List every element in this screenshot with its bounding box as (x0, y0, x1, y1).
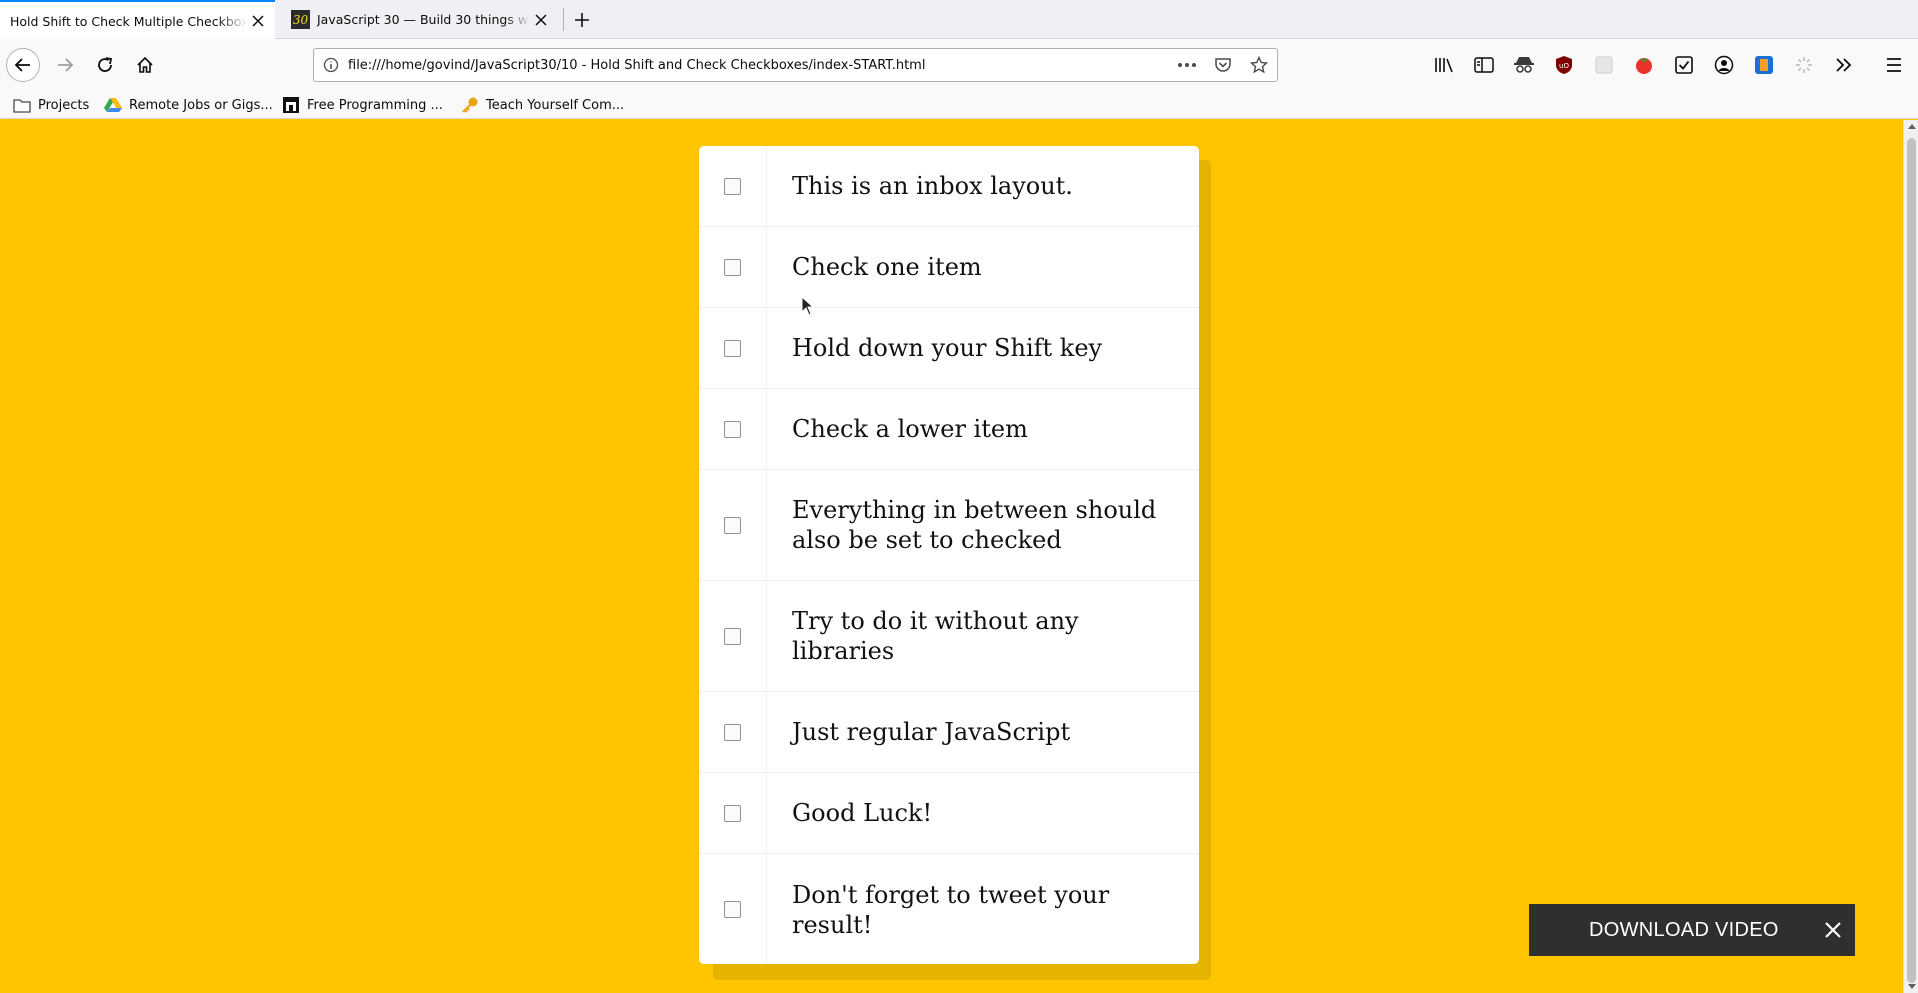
close-tab-icon[interactable] (247, 10, 269, 32)
tab-hold-shift[interactable]: Hold Shift to Check Multiple Checkboxes! (0, 0, 275, 40)
extension-icon[interactable] (1589, 50, 1619, 80)
forward-button[interactable] (48, 48, 82, 82)
checkbox-cell (699, 581, 767, 691)
bookmark-teach-yourself[interactable]: Teach Yourself Com... (460, 94, 624, 116)
tab-title: Hold Shift to Check Multiple Checkboxes! (10, 13, 247, 29)
tab-strip: Hold Shift to Check Multiple Checkboxes!… (0, 0, 1918, 40)
item-checkbox[interactable] (724, 420, 741, 438)
inbox-item: Try to do it without any libraries (699, 581, 1199, 692)
bookmarks-bar: Projects Remote Jobs or Gigs... Free Pro… (0, 91, 1918, 119)
checkbox-cell (699, 692, 767, 772)
home-icon (137, 56, 153, 73)
nav-bar: file:///home/govind/JavaScript30/10 - Ho… (0, 39, 1918, 91)
item-text: Good Luck! (792, 799, 933, 827)
inbox-item: Hold down your Shift key (699, 308, 1199, 389)
item-text: Check a lower item (792, 415, 1028, 443)
tab-javascript30[interactable]: 30 JavaScript 30 — Build 30 things with … (283, 0, 558, 39)
download-video-label[interactable]: DOWNLOAD VIDEO (1589, 919, 1819, 942)
sidebar-icon[interactable] (1469, 50, 1499, 80)
mouse-cursor-icon (801, 296, 815, 316)
ublock-icon[interactable]: uO (1549, 50, 1579, 80)
item-checkbox[interactable] (724, 339, 741, 357)
close-tab-icon[interactable] (530, 9, 552, 31)
overflow-chevron-icon[interactable] (1829, 50, 1859, 80)
item-text: Hold down your Shift key (792, 334, 1103, 362)
item-checkbox[interactable] (724, 258, 741, 276)
new-tab-button[interactable] (569, 7, 595, 33)
reload-button[interactable] (88, 48, 122, 82)
item-text: Everything in between should also be set… (792, 496, 1157, 554)
url-bar[interactable]: file:///home/govind/JavaScript30/10 - Ho… (313, 48, 1278, 82)
inbox-item: Everything in between should also be set… (699, 470, 1199, 581)
item-checkbox[interactable] (724, 901, 741, 918)
item-checkbox[interactable] (724, 516, 741, 534)
checkbox-cell (699, 227, 767, 307)
item-checkbox[interactable] (724, 723, 741, 741)
checkbox-cell (699, 470, 767, 580)
folder-icon (12, 95, 32, 115)
loading-icon[interactable] (1789, 50, 1819, 80)
bookmark-label: Teach Yourself Com... (486, 97, 625, 113)
page-actions-icon[interactable] (1169, 49, 1205, 81)
item-checkbox[interactable] (724, 627, 741, 645)
back-arrow-icon (14, 58, 30, 72)
account-icon[interactable] (1709, 50, 1739, 80)
scroll-down-icon[interactable] (1907, 982, 1916, 991)
forward-arrow-icon (58, 58, 74, 72)
tomato-timer-icon[interactable] (1629, 50, 1659, 80)
bookmark-star-icon[interactable] (1241, 49, 1277, 81)
inbox-item: Check one item (699, 227, 1199, 308)
item-text: Don't forget to tweet your result! (792, 880, 1110, 939)
page-scrollbar[interactable] (1903, 120, 1918, 993)
inbox-item: Don't forget to tweet your result! (699, 854, 1199, 964)
inbox-item: Check a lower item (699, 389, 1199, 470)
google-drive-icon (103, 95, 123, 115)
incognito-extension-icon[interactable] (1509, 50, 1539, 80)
library-icon[interactable] (1429, 50, 1459, 80)
bookmark-label: Free Programming ... (307, 97, 443, 113)
site-icon (281, 95, 301, 115)
pocket-icon[interactable] (1205, 49, 1241, 81)
tab-title: JavaScript 30 — Build 30 things with van… (317, 12, 530, 27)
scrollbar-thumb[interactable] (1907, 138, 1916, 983)
item-text: Check one item (792, 253, 982, 281)
tab-separator (563, 8, 564, 31)
inbox-item: This is an inbox layout. (699, 146, 1199, 227)
checkbox-extension-icon[interactable] (1669, 50, 1699, 80)
download-video-banner[interactable]: DOWNLOAD VIDEO (1529, 904, 1855, 956)
scroll-up-icon[interactable] (1907, 122, 1916, 131)
checkbox-cell (699, 389, 767, 469)
bookmark-remote-jobs[interactable]: Remote Jobs or Gigs... (103, 94, 273, 116)
item-checkbox[interactable] (724, 177, 741, 195)
item-checkbox[interactable] (724, 804, 741, 822)
svg-text:uO: uO (1559, 62, 1569, 70)
reload-icon (98, 57, 113, 72)
checkbox-cell (699, 854, 767, 964)
key-icon (460, 95, 480, 115)
bookmark-projects[interactable]: Projects (12, 94, 89, 116)
close-icon[interactable] (1819, 916, 1847, 944)
home-button[interactable] (128, 48, 162, 82)
item-text: Try to do it without any libraries (792, 607, 1079, 665)
page-viewport: This is an inbox layout. Check one item … (0, 120, 1903, 993)
javascript30-favicon-icon: 30 (291, 10, 310, 29)
checkbox-cell (699, 146, 767, 226)
back-button[interactable] (6, 48, 40, 82)
bookmark-label: Remote Jobs or Gigs... (129, 97, 273, 113)
url-text[interactable]: file:///home/govind/JavaScript30/10 - Ho… (348, 58, 1169, 73)
menu-icon[interactable] (1879, 50, 1909, 80)
item-text: Just regular JavaScript (792, 718, 1071, 746)
inbox: This is an inbox layout. Check one item … (699, 146, 1199, 964)
bookmark-label: Projects (38, 97, 90, 113)
inbox-item: Just regular JavaScript (699, 692, 1199, 773)
checkbox-cell (699, 773, 767, 853)
site-info-icon[interactable] (314, 49, 348, 81)
inbox-item: Good Luck! (699, 773, 1199, 854)
bookmark-extension-icon[interactable] (1749, 50, 1779, 80)
item-text: This is an inbox layout. (792, 172, 1073, 200)
bookmark-free-programming[interactable]: Free Programming ... (281, 94, 443, 116)
checkbox-cell (699, 308, 767, 388)
